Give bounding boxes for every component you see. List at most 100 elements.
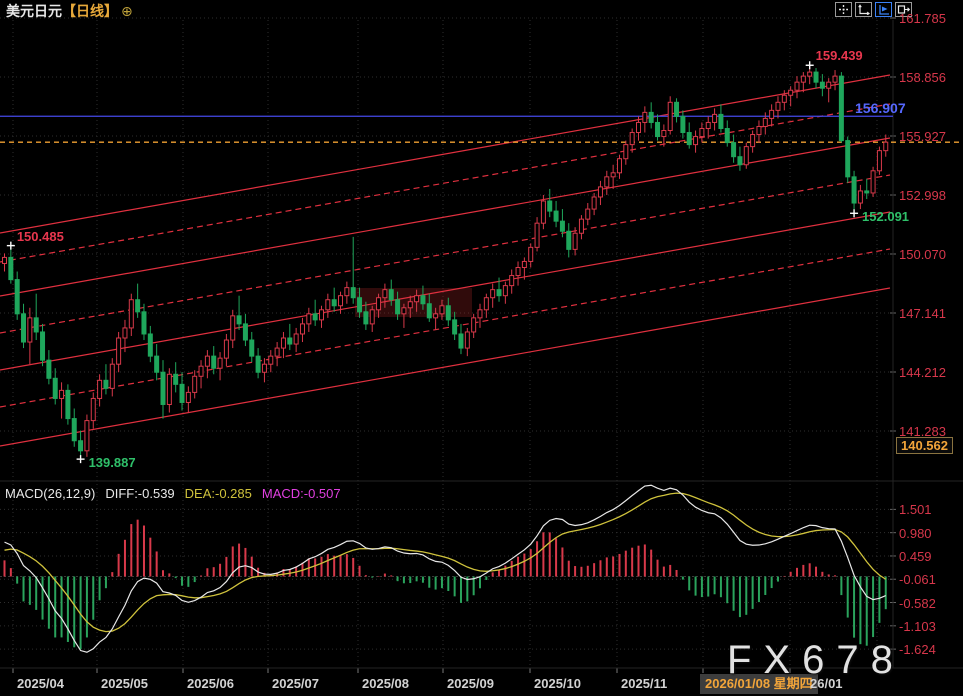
macd-histogram-bar [479,577,481,589]
macd-histogram-bar [504,566,506,577]
macd-histogram-bar [631,548,633,577]
macd-histogram-bar [23,577,25,602]
price-axis-label: 150.070 [899,248,946,261]
macd-histogram-bar [885,577,887,610]
macd-histogram-bar [777,577,779,582]
macd-histogram-bar [638,546,640,577]
macd-histogram-bar [530,549,532,576]
macd-histogram-bar [790,572,792,577]
date-label: 2025/05 [101,677,148,690]
macd-histogram-bar [606,557,608,576]
macd-histogram-bar [485,577,487,580]
macd-histogram-bar [809,563,811,576]
macd-histogram-bar [35,577,37,610]
macd-histogram-bar [523,554,525,577]
macd-histogram-bar [511,561,513,577]
macd-histogram-bar [834,575,836,576]
channel-line-solid [0,75,890,233]
date-label: 2025/06 [187,677,234,690]
macd-histogram-bar [466,577,468,602]
price-axis-label: 161.785 [899,12,946,25]
macd-histogram-bar [384,574,386,577]
macd-histogram-bar [701,577,703,598]
watermark: FX678 [727,638,905,683]
macd-histogram-bar [783,576,785,577]
macd-axis-label: 0.459 [899,550,932,563]
macd-axis-label: 1.501 [899,503,932,516]
macd-histogram-bar [314,558,316,576]
macd-histogram-bar [676,570,678,577]
swing-high-annotation: 159.439 [816,49,863,62]
macd-histogram-bar [105,577,107,589]
macd-histogram-bar [688,577,690,591]
date-label: 2025/08 [362,677,409,690]
macd-histogram-bar [321,557,323,577]
macd-histogram-bar [416,577,418,582]
macd-histogram-bar [764,577,766,595]
price-axis-label: 147.141 [899,307,946,320]
macd-histogram-bar [517,557,519,577]
macd-histogram-bar [650,550,652,577]
macd-histogram-bar [137,520,139,577]
macd-histogram-bar [618,554,620,577]
macd-histogram-bar [54,577,56,638]
macd-bar-value: MACD:-0.507 [262,486,341,501]
macd-histogram-bar [181,577,183,586]
macd-histogram-bar [714,577,716,595]
macd-histogram-bar [130,524,132,576]
macd-histogram-bar [669,565,671,577]
macd-histogram-bar [657,560,659,577]
macd-histogram-bar [4,560,6,576]
macd-histogram-bar [219,564,221,577]
macd-histogram-bar [866,577,868,646]
macd-histogram-bar [238,544,240,577]
chart-window: 美元日元【日线】⊕ 150 [0,0,963,696]
macd-histogram-bar [10,568,12,576]
price-axis-label: 158.856 [899,71,946,84]
macd-histogram-bar [29,577,31,605]
macd-axis-label: -1.624 [899,643,936,656]
macd-histogram-bar [187,577,189,587]
macd-histogram-bar [872,577,874,638]
macd-histogram-bar [752,577,754,609]
macd-histogram-bar [42,577,44,620]
macd-histogram-bar [352,558,354,577]
macd-histogram-bar [409,577,411,584]
macd-histogram-bar [251,557,253,577]
macd-histogram-bar [707,577,709,597]
macd-diff-value: DIFF:-0.539 [105,486,174,501]
macd-title: MACD(26,12,9) [5,486,95,501]
macd-histogram-bar [213,567,215,576]
macd-axis-label: -1.103 [899,620,936,633]
macd-histogram-bar [821,572,823,577]
macd-histogram-bar [739,577,741,618]
macd-histogram-bar [663,567,665,577]
macd-histogram-bar [580,567,582,577]
macd-histogram-bar [390,575,392,576]
macd-axis-label: -0.061 [899,573,936,586]
macd-histogram-bar [149,538,151,577]
macd-histogram-bar [73,577,75,648]
macd-histogram-bar [206,568,208,576]
boxed-axis-label: 140.562 [896,437,953,454]
macd-histogram-bar [378,576,380,577]
price-axis-label: 155.927 [899,130,946,143]
chart-canvas[interactable] [0,0,963,696]
price-axis-label: 144.212 [899,366,946,379]
macd-histogram-bar [536,541,538,576]
macd-histogram-bar [720,577,722,598]
macd-histogram-bar [492,572,494,576]
macd-histogram-bar [612,556,614,576]
candles-group [3,65,888,459]
date-label: 2025/11 [621,677,667,690]
macd-histogram-bar [61,577,63,638]
macd-histogram-bar [568,561,570,577]
macd-histogram-bar [99,577,101,601]
macd-histogram-bar [815,567,817,577]
macd-histogram-bar [587,566,589,577]
macd-axis-label: 0.980 [899,527,932,540]
macd-histogram-bar [733,577,735,611]
macd-histogram-bar [542,532,544,576]
macd-histogram-bar [327,554,329,576]
macd-histogram-bar [878,577,880,623]
